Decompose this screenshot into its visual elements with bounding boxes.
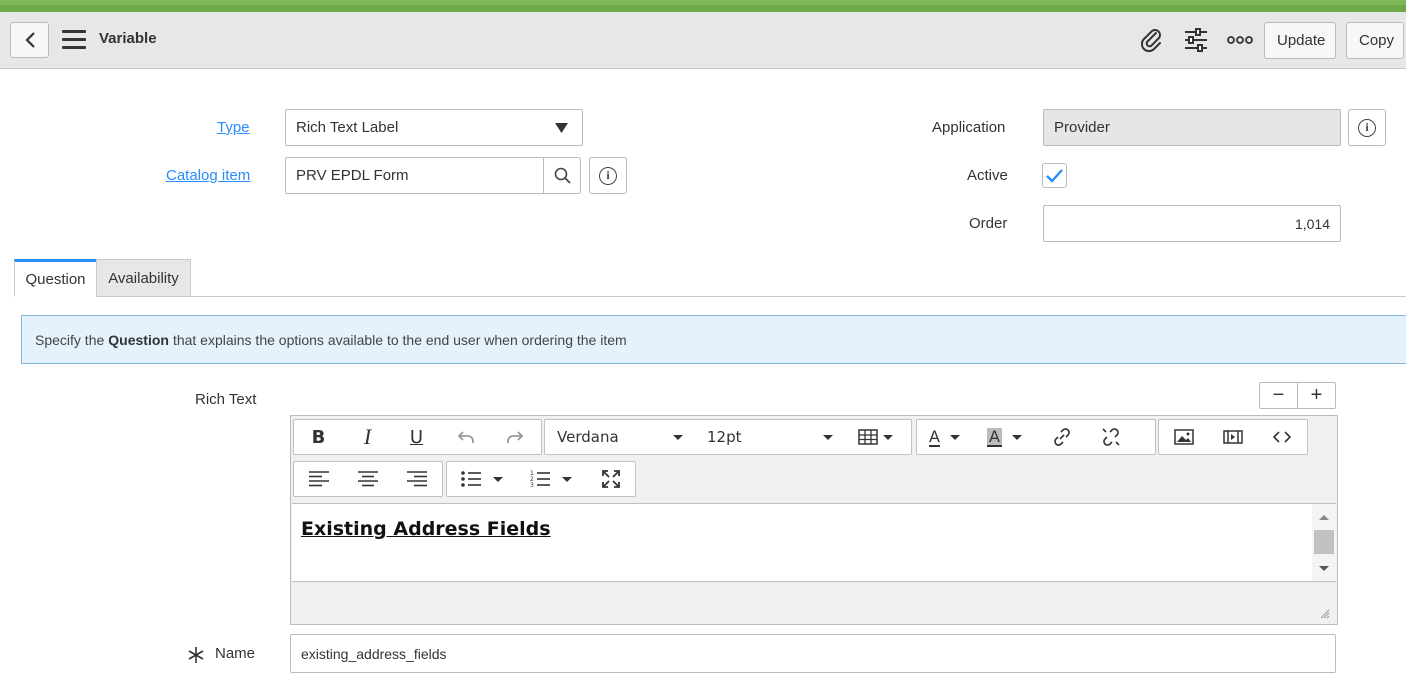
- svg-text:3: 3: [530, 482, 534, 488]
- form-header: Variable Update Copy: [0, 12, 1406, 69]
- font-family-select[interactable]: Verdana: [545, 428, 695, 446]
- chevron-left-icon: [24, 32, 35, 48]
- table-icon[interactable]: [845, 420, 905, 454]
- info-icon: i: [599, 166, 617, 185]
- align-center-icon[interactable]: [343, 462, 392, 496]
- top-accent-bar: [0, 0, 1406, 12]
- editor-zoom-controls: − +: [1259, 382, 1336, 409]
- update-button[interactable]: Update: [1264, 22, 1336, 59]
- redo-icon[interactable]: [490, 420, 539, 454]
- type-label[interactable]: Type: [217, 119, 250, 136]
- rich-text-editor: B I U Verdana 12pt A A 1 2 3 Existing Ad…: [290, 415, 1338, 625]
- dropdown-arrow-icon: [555, 122, 568, 133]
- font-size-select[interactable]: 12pt: [695, 428, 845, 446]
- text-color-icon[interactable]: A: [917, 420, 972, 454]
- paperclip-icon[interactable]: [1135, 24, 1167, 56]
- type-select[interactable]: Rich Text Label: [285, 109, 583, 146]
- more-options-icon[interactable]: [1224, 24, 1256, 56]
- link-icon[interactable]: [1037, 420, 1086, 454]
- catalog-search-button[interactable]: [543, 157, 581, 194]
- catalog-item-value: PRV EPDL Form: [296, 167, 409, 184]
- order-label: Order: [969, 215, 1008, 232]
- media-group: [1158, 419, 1308, 455]
- color-link-group: A A: [916, 419, 1156, 455]
- image-icon[interactable]: [1159, 420, 1208, 454]
- banner-suffix: that explains the options available to t…: [172, 331, 627, 348]
- editor-statusbar: [292, 581, 1336, 624]
- asterisk-icon: [188, 647, 204, 663]
- catalog-item-label[interactable]: Catalog item: [166, 167, 250, 184]
- align-right-icon[interactable]: [392, 462, 441, 496]
- unlink-icon[interactable]: [1086, 420, 1135, 454]
- font-family-value: Verdana: [557, 428, 619, 446]
- font-group: Verdana 12pt: [544, 419, 912, 455]
- order-value: 1,014: [1294, 215, 1330, 232]
- search-icon: [554, 167, 571, 184]
- menu-icon[interactable]: [62, 30, 86, 50]
- underline-button[interactable]: U: [392, 420, 441, 454]
- video-icon[interactable]: [1208, 420, 1257, 454]
- source-code-icon[interactable]: [1257, 420, 1306, 454]
- application-label: Application: [932, 119, 1006, 136]
- page-title: Variable: [99, 30, 157, 47]
- type-value: Rich Text Label: [296, 119, 399, 136]
- tab-availability[interactable]: Availability: [96, 259, 191, 297]
- active-checkbox[interactable]: [1042, 163, 1067, 188]
- name-value: existing_address_fields: [301, 645, 447, 662]
- undo-icon[interactable]: [441, 420, 490, 454]
- name-input[interactable]: existing_address_fields: [290, 634, 1336, 673]
- bold-button[interactable]: B: [294, 420, 343, 454]
- tabs-divider: [14, 296, 1406, 297]
- bullet-list-icon[interactable]: [447, 462, 517, 496]
- align-left-icon[interactable]: [294, 462, 343, 496]
- highlight-color-icon[interactable]: A: [972, 420, 1037, 454]
- checkmark-icon: [1046, 168, 1063, 183]
- align-group: [293, 461, 443, 497]
- application-field: Provider: [1043, 109, 1341, 146]
- banner-bold: Question: [108, 331, 169, 348]
- application-value: Provider: [1054, 119, 1110, 136]
- zoom-in-button[interactable]: +: [1298, 383, 1335, 408]
- editor-content-area[interactable]: Existing Address Fields: [292, 503, 1336, 582]
- rich-text-label: Rich Text: [195, 391, 257, 408]
- banner-prefix: Specify the: [35, 331, 105, 348]
- chevron-down-icon: [673, 434, 683, 440]
- tab-question[interactable]: Question: [14, 259, 97, 297]
- zoom-out-button[interactable]: −: [1260, 383, 1298, 408]
- resize-handle-icon[interactable]: [1320, 609, 1330, 619]
- catalog-item-field[interactable]: PRV EPDL Form: [285, 157, 545, 194]
- font-size-value: 12pt: [707, 428, 742, 446]
- list-group: 123: [446, 461, 636, 497]
- info-banner: Specify the Question that explains the o…: [21, 315, 1406, 364]
- italic-button[interactable]: I: [343, 420, 392, 454]
- format-group: B I U: [293, 419, 542, 455]
- editor-scrollbar[interactable]: [1312, 504, 1336, 582]
- fullscreen-icon[interactable]: [586, 462, 635, 496]
- numbered-list-icon[interactable]: 123: [517, 462, 587, 496]
- chevron-down-icon: [823, 434, 833, 440]
- settings-sliders-icon[interactable]: [1180, 24, 1212, 56]
- copy-button[interactable]: Copy: [1346, 22, 1404, 59]
- active-label: Active: [967, 167, 1008, 184]
- required-indicator: [188, 643, 204, 669]
- back-button[interactable]: [10, 22, 49, 58]
- order-field[interactable]: 1,014: [1043, 205, 1341, 242]
- editor-text: Existing Address Fields: [301, 518, 551, 540]
- name-label: Name: [215, 645, 256, 662]
- catalog-info-button[interactable]: i: [589, 157, 627, 194]
- application-info-button[interactable]: i: [1348, 109, 1386, 146]
- info-icon: i: [1358, 118, 1376, 137]
